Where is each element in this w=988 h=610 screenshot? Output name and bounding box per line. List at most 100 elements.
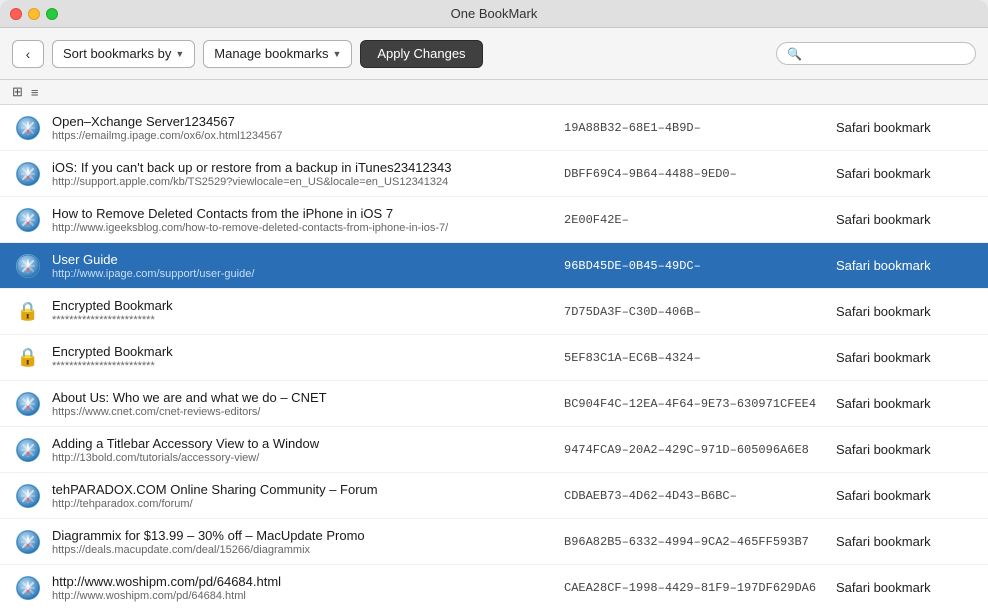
safari-icon (16, 484, 40, 508)
bookmark-icon-wrap (12, 116, 44, 140)
grid-view-icon[interactable]: ⊞ (12, 84, 23, 100)
safari-icon (16, 254, 40, 278)
list-view-icon[interactable]: ≡ (31, 85, 39, 100)
table-row[interactable]: Diagrammix for $13.99 – 30% off – MacUpd… (0, 519, 988, 565)
bookmark-icon-wrap (12, 530, 44, 554)
bookmark-url: https://deals.macupdate.com/deal/15266/d… (52, 544, 548, 556)
fullscreen-button[interactable] (46, 8, 58, 20)
table-row[interactable]: iOS: If you can't back up or restore fro… (0, 151, 988, 197)
table-row[interactable]: How to Remove Deleted Contacts from the … (0, 197, 988, 243)
table-row[interactable]: tehPARADOX.COM Online Sharing Community … (0, 473, 988, 519)
table-row[interactable]: http://www.woshipm.com/pd/64684.htmlhttp… (0, 565, 988, 610)
bookmark-url: https://www.cnet.com/cnet-reviews-editor… (52, 406, 548, 418)
bookmark-uuid: CAEA28CF–1998–4429–81F9–197DF629DA6 (556, 581, 836, 595)
safari-icon (16, 530, 40, 554)
bookmark-url: http://13bold.com/tutorials/accessory-vi… (52, 452, 548, 464)
traffic-lights (10, 8, 58, 20)
safari-icon (16, 162, 40, 186)
bookmark-source: Safari bookmark (836, 166, 976, 181)
toolbar: ‹ Sort bookmarks by ▼ Manage bookmarks ▼… (0, 28, 988, 80)
view-controls: ⊞ ≡ (0, 80, 988, 105)
manage-arrow-icon: ▼ (332, 49, 341, 59)
bookmark-uuid: 5EF83C1A–EC6B–4324– (556, 351, 836, 365)
bookmark-url: http://support.apple.com/kb/TS2529?viewl… (52, 176, 548, 188)
window-title: One BookMark (451, 6, 538, 21)
bookmark-list: Open–Xchange Server1234567https://emailm… (0, 105, 988, 610)
bookmark-title: tehPARADOX.COM Online Sharing Community … (52, 482, 548, 497)
apply-label: Apply Changes (377, 46, 465, 61)
sort-arrow-icon: ▼ (175, 49, 184, 59)
bookmark-info: Encrypted Bookmark**********************… (44, 344, 556, 372)
table-row[interactable]: About Us: Who we are and what we do – CN… (0, 381, 988, 427)
bookmark-url: http://www.igeeksblog.com/how-to-remove-… (52, 222, 548, 234)
bookmark-icon-wrap: 🔒 (12, 346, 44, 370)
bookmark-info: Open–Xchange Server1234567https://emailm… (44, 114, 556, 142)
bookmark-icon-wrap: 🔒 (12, 300, 44, 324)
bookmark-source: Safari bookmark (836, 534, 976, 549)
bookmark-uuid: BC904F4C–12EA–4F64–9E73–630971CFEE4 (556, 397, 836, 411)
bookmark-info: iOS: If you can't back up or restore fro… (44, 160, 556, 188)
manage-button[interactable]: Manage bookmarks ▼ (203, 40, 352, 68)
safari-icon (16, 208, 40, 232)
safari-icon (16, 438, 40, 462)
bookmark-uuid: B96A82B5–6332–4994–9CA2–465FF593B7 (556, 535, 836, 549)
bookmark-icon-wrap (12, 392, 44, 416)
table-row[interactable]: 🔒Encrypted Bookmark*********************… (0, 335, 988, 381)
bookmark-url: ************************ (52, 314, 548, 326)
manage-label: Manage bookmarks (214, 46, 328, 61)
back-button[interactable]: ‹ (12, 40, 44, 68)
bookmark-title: Encrypted Bookmark (52, 344, 548, 359)
bookmark-source: Safari bookmark (836, 258, 976, 273)
search-icon: 🔍 (787, 47, 802, 61)
bookmark-url: https://emailmg.ipage.com/ox6/ox.html123… (52, 130, 548, 142)
title-bar: One BookMark (0, 0, 988, 28)
bookmark-info: How to Remove Deleted Contacts from the … (44, 206, 556, 234)
bookmark-info: tehPARADOX.COM Online Sharing Community … (44, 482, 556, 510)
bookmark-info: http://www.woshipm.com/pd/64684.htmlhttp… (44, 574, 556, 602)
bookmark-uuid: 19A88B32–68E1–4B9D– (556, 121, 836, 135)
table-row[interactable]: Adding a Titlebar Accessory View to a Wi… (0, 427, 988, 473)
bookmark-source: Safari bookmark (836, 212, 976, 227)
safari-icon (16, 392, 40, 416)
bookmark-uuid: 7D75DA3F–C30D–406B– (556, 305, 836, 319)
bookmark-title: User Guide (52, 252, 548, 267)
bookmark-icon-wrap (12, 438, 44, 462)
bookmark-title: http://www.woshipm.com/pd/64684.html (52, 574, 548, 589)
bookmark-uuid: DBFF69C4–9B64–4488–9ED0– (556, 167, 836, 181)
bookmark-uuid: 9474FCA9–20A2–429C–971D–605096A6E8 (556, 443, 836, 457)
bookmark-title: iOS: If you can't back up or restore fro… (52, 160, 548, 175)
apply-button[interactable]: Apply Changes (360, 40, 482, 68)
sort-label: Sort bookmarks by (63, 46, 171, 61)
table-row[interactable]: User Guidehttp://www.ipage.com/support/u… (0, 243, 988, 289)
bookmark-title: Open–Xchange Server1234567 (52, 114, 548, 129)
bookmark-url: ************************ (52, 360, 548, 372)
back-icon: ‹ (26, 46, 31, 62)
bookmark-icon-wrap (12, 254, 44, 278)
bookmark-uuid: 2E00F42E– (556, 213, 836, 227)
lock-icon: 🔒 (16, 346, 40, 370)
bookmark-info: Adding a Titlebar Accessory View to a Wi… (44, 436, 556, 464)
bookmark-source: Safari bookmark (836, 304, 976, 319)
bookmark-source: Safari bookmark (836, 488, 976, 503)
lock-icon: 🔒 (16, 300, 40, 324)
bookmark-uuid: 96BD45DE–0B45–49DC– (556, 259, 836, 273)
search-input[interactable] (807, 46, 967, 61)
bookmark-source: Safari bookmark (836, 580, 976, 595)
bookmark-icon-wrap (12, 484, 44, 508)
bookmark-info: User Guidehttp://www.ipage.com/support/u… (44, 252, 556, 280)
bookmark-uuid: CDBAEB73–4D62–4D43–B6BC– (556, 489, 836, 503)
close-button[interactable] (10, 8, 22, 20)
bookmark-url: http://tehparadox.com/forum/ (52, 498, 548, 510)
sort-button[interactable]: Sort bookmarks by ▼ (52, 40, 195, 68)
search-box: 🔍 (776, 42, 976, 65)
bookmark-info: Diagrammix for $13.99 – 30% off – MacUpd… (44, 528, 556, 556)
bookmark-source: Safari bookmark (836, 442, 976, 457)
bookmark-title: About Us: Who we are and what we do – CN… (52, 390, 548, 405)
table-row[interactable]: 🔒Encrypted Bookmark*********************… (0, 289, 988, 335)
table-row[interactable]: Open–Xchange Server1234567https://emailm… (0, 105, 988, 151)
minimize-button[interactable] (28, 8, 40, 20)
bookmark-title: Adding a Titlebar Accessory View to a Wi… (52, 436, 548, 451)
bookmark-title: Diagrammix for $13.99 – 30% off – MacUpd… (52, 528, 548, 543)
bookmark-url: http://www.ipage.com/support/user-guide/ (52, 268, 548, 280)
bookmark-source: Safari bookmark (836, 396, 976, 411)
